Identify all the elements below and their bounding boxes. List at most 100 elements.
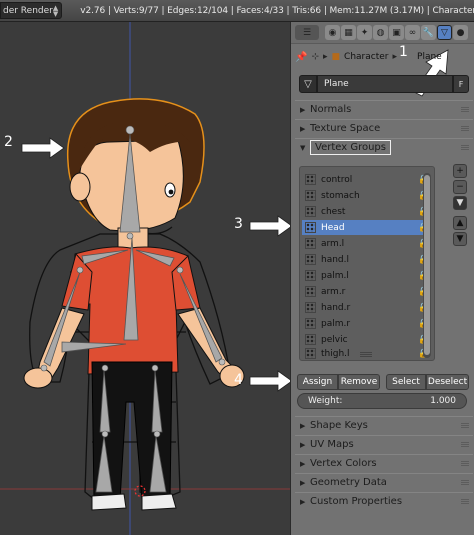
vertex-group-list[interactable]: control🔓 stomach🔓 chest🔓 Head🔓 arm.l🔓 ha… (299, 166, 435, 361)
panel-geometry-data[interactable]: ▶ Geometry Data (295, 473, 473, 491)
viewport-canvas[interactable] (0, 22, 290, 535)
vertex-group-icon (305, 190, 316, 201)
3d-viewport[interactable]: 2 3 4 (0, 22, 290, 535)
weight-slider[interactable]: Weight: 1.000 (297, 393, 467, 409)
vertex-group-icon (305, 238, 316, 249)
panel-title: UV Maps (310, 439, 354, 450)
render-engine-select[interactable]: der Render ▲ ▼ (0, 2, 63, 19)
chevron-right-icon: ▸ (392, 52, 398, 62)
cube-icon: ■ (331, 52, 341, 62)
expand-triangle-icon: ▶ (300, 440, 306, 449)
drag-grip-icon[interactable] (461, 106, 469, 113)
render-tab-icon[interactable]: ◉ (325, 25, 340, 40)
callout-arrow-3 (249, 215, 290, 237)
panel-shape-keys[interactable]: ▶ Shape Keys (295, 416, 473, 434)
list-item-label: arm.r (321, 286, 346, 297)
select-button[interactable]: Select (386, 374, 426, 390)
mesh-name-field[interactable]: Plane (317, 75, 453, 93)
vertex-group-icon (305, 222, 316, 233)
breadcrumb: 📌 ⊹ ▸ ■ Character ▸ Plane (295, 47, 471, 67)
pin-icon[interactable]: 📌 (295, 52, 307, 63)
breadcrumb-mesh: Plane (417, 52, 442, 62)
list-item[interactable]: pelvic🔓 (302, 332, 428, 347)
remove-group-button[interactable]: − (453, 180, 467, 194)
expand-triangle-icon: ▶ (300, 478, 306, 487)
assign-button[interactable]: Assign (297, 374, 338, 390)
material-tab-icon[interactable]: ● (453, 25, 468, 40)
drag-grip-icon[interactable] (461, 144, 469, 151)
list-scrollbar[interactable] (423, 173, 431, 358)
list-item[interactable]: chest🔓 (302, 204, 428, 219)
mesh-data-tab-icon[interactable]: ▽ (437, 25, 452, 40)
world-tab-icon[interactable]: ◍ (373, 25, 388, 40)
vertex-group-icon (305, 270, 316, 281)
modifiers-tab-icon[interactable]: 🔧 (421, 25, 436, 40)
list-item[interactable]: control🔓 (302, 172, 428, 187)
callout-arrow-2 (21, 137, 65, 159)
constraints-tab-icon[interactable]: ∞ (405, 25, 420, 40)
expand-triangle-icon: ▶ (300, 124, 306, 133)
panel-title: Custom Properties (310, 496, 403, 507)
drag-grip-icon[interactable] (461, 441, 469, 448)
properties-editor: ☰ ◉ ▦ ✦ ◍ ▣ ∞ 🔧 ▽ ● 1 📌 ⊹ ▸ ■ Character … (290, 22, 474, 535)
panel-texture-space[interactable]: ▶ Texture Space (295, 119, 473, 137)
drag-grip-icon[interactable] (461, 125, 469, 132)
expand-triangle-icon: ▶ (300, 421, 306, 430)
object-tab-icon[interactable]: ▣ (389, 25, 404, 40)
list-item[interactable]: hand.l🔓 (302, 252, 428, 267)
list-item-label: arm.l (321, 238, 345, 249)
vertex-group-icon (305, 348, 316, 359)
list-item[interactable]: palm.l🔓 (302, 268, 428, 283)
vertex-group-icon (305, 174, 316, 185)
deselect-button[interactable]: Deselect (426, 374, 469, 390)
list-item-label: Head (321, 222, 345, 233)
list-item-label: palm.l (321, 270, 349, 281)
list-item-label: control (321, 174, 353, 185)
panel-custom-properties[interactable]: ▶ Custom Properties (295, 492, 473, 510)
list-item[interactable]: hand.r🔓 (302, 300, 428, 315)
panel-uv-maps[interactable]: ▶ UV Maps (295, 435, 473, 453)
specials-menu-button[interactable]: ▼ (453, 196, 467, 210)
scrollbar-thumb[interactable] (424, 175, 430, 355)
left-shoe (91, 493, 127, 511)
ear (69, 172, 91, 202)
drag-grip-icon[interactable] (461, 460, 469, 467)
list-item[interactable]: palm.r🔓 (302, 316, 428, 331)
list-resize-grip-icon[interactable] (360, 352, 372, 357)
drag-grip-icon[interactable] (461, 422, 469, 429)
mesh-browse-icon[interactable]: ▽ (299, 75, 317, 93)
list-item[interactable]: arm.l🔓 (302, 236, 428, 251)
scene-tab-icon[interactable]: ✦ (357, 25, 372, 40)
vertex-group-icon (305, 318, 316, 329)
add-group-button[interactable]: + (453, 164, 467, 178)
drag-grip-icon[interactable] (461, 498, 469, 505)
vertex-group-icon (305, 206, 316, 217)
callout-arrow-4 (249, 370, 290, 392)
panel-title: Normals (310, 104, 352, 115)
panel-normals[interactable]: ▶ Normals (295, 100, 473, 118)
layers-tab-icon[interactable]: ▦ (341, 25, 356, 40)
render-engine-label: der Render (3, 5, 53, 16)
panel-vertex-groups[interactable]: ▼ Vertex Groups (295, 138, 473, 156)
list-item-label: chest (321, 206, 346, 217)
remove-button[interactable]: Remove (338, 374, 380, 390)
list-item[interactable]: stomach🔓 (302, 188, 428, 203)
collapse-triangle-icon: ▼ (300, 143, 306, 152)
chevron-updown-icon: ▲ ▼ (52, 3, 59, 18)
panel-title: Vertex Groups (310, 140, 391, 155)
left-hand (23, 367, 53, 389)
move-up-button[interactable]: ▲ (453, 216, 467, 230)
panel-title: Vertex Colors (310, 458, 377, 469)
panel-vertex-colors[interactable]: ▶ Vertex Colors (295, 454, 473, 472)
list-item-label: thigh.l (321, 348, 350, 359)
expand-triangle-icon: ▶ (300, 497, 306, 506)
editor-type-icon[interactable]: ☰ (295, 25, 319, 40)
callout-number-2: 2 (4, 134, 13, 150)
list-item-label: pelvic (321, 334, 348, 345)
list-item[interactable]: arm.r🔓 (302, 284, 428, 299)
fake-user-button[interactable]: F (453, 75, 469, 93)
list-item-active[interactable]: Head🔓 (302, 220, 428, 235)
drag-grip-icon[interactable] (461, 479, 469, 486)
move-down-button[interactable]: ▼ (453, 232, 467, 246)
mesh-datablock-row: ▽ Plane F (299, 75, 469, 93)
